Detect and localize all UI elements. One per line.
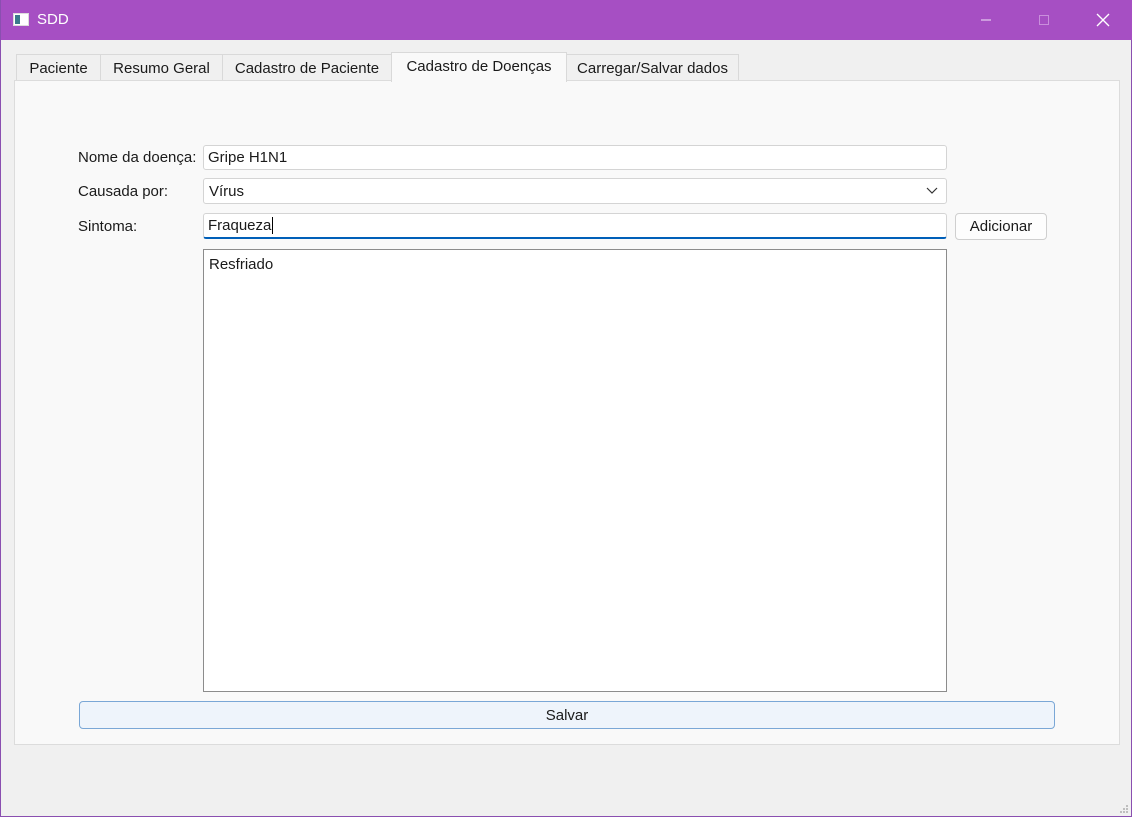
minimize-button[interactable] — [957, 0, 1015, 40]
disease-name-label: Nome da doença: — [78, 149, 197, 166]
save-button[interactable]: Salvar — [79, 701, 1055, 729]
app-icon — [13, 13, 29, 26]
tab-resumo-geral[interactable]: Resumo Geral — [100, 54, 223, 81]
title-bar[interactable]: SDD — [1, 0, 1132, 40]
tab-paciente[interactable]: Paciente — [16, 54, 101, 81]
close-button[interactable] — [1074, 0, 1132, 40]
tab-cadastro-de-doencas[interactable]: Cadastro de Doenças — [391, 52, 567, 82]
app-window: SDD Paciente Resumo Geral Cadastro de Pa… — [0, 0, 1132, 817]
minimize-icon — [981, 19, 991, 21]
tab-cadastro-de-paciente[interactable]: Cadastro de Paciente — [222, 54, 392, 81]
resize-grip-icon[interactable] — [1119, 804, 1129, 814]
symptom-value: Fraqueza — [208, 217, 272, 234]
close-icon — [1096, 13, 1110, 27]
chevron-down-icon — [926, 187, 938, 194]
caused-by-select[interactable]: Vírus — [203, 178, 947, 204]
tab-carregar-salvar-dados[interactable]: Carregar/Salvar dados — [566, 54, 739, 81]
caused-by-value: Vírus — [209, 182, 245, 200]
symptom-list[interactable]: Resfriado — [203, 249, 947, 692]
list-item[interactable]: Resfriado — [209, 256, 273, 273]
text-caret — [272, 217, 274, 234]
maximize-icon — [1039, 15, 1049, 25]
symptom-input[interactable]: Fraqueza — [203, 213, 947, 239]
symptom-label: Sintoma: — [78, 218, 138, 235]
caused-by-label: Causada por: — [78, 183, 169, 200]
add-symptom-button[interactable]: Adicionar — [955, 213, 1047, 240]
disease-name-value: Gripe H1N1 — [208, 149, 288, 166]
disease-name-input[interactable]: Gripe H1N1 — [203, 145, 947, 170]
maximize-button[interactable] — [1015, 0, 1073, 40]
window-title: SDD — [37, 11, 69, 28]
